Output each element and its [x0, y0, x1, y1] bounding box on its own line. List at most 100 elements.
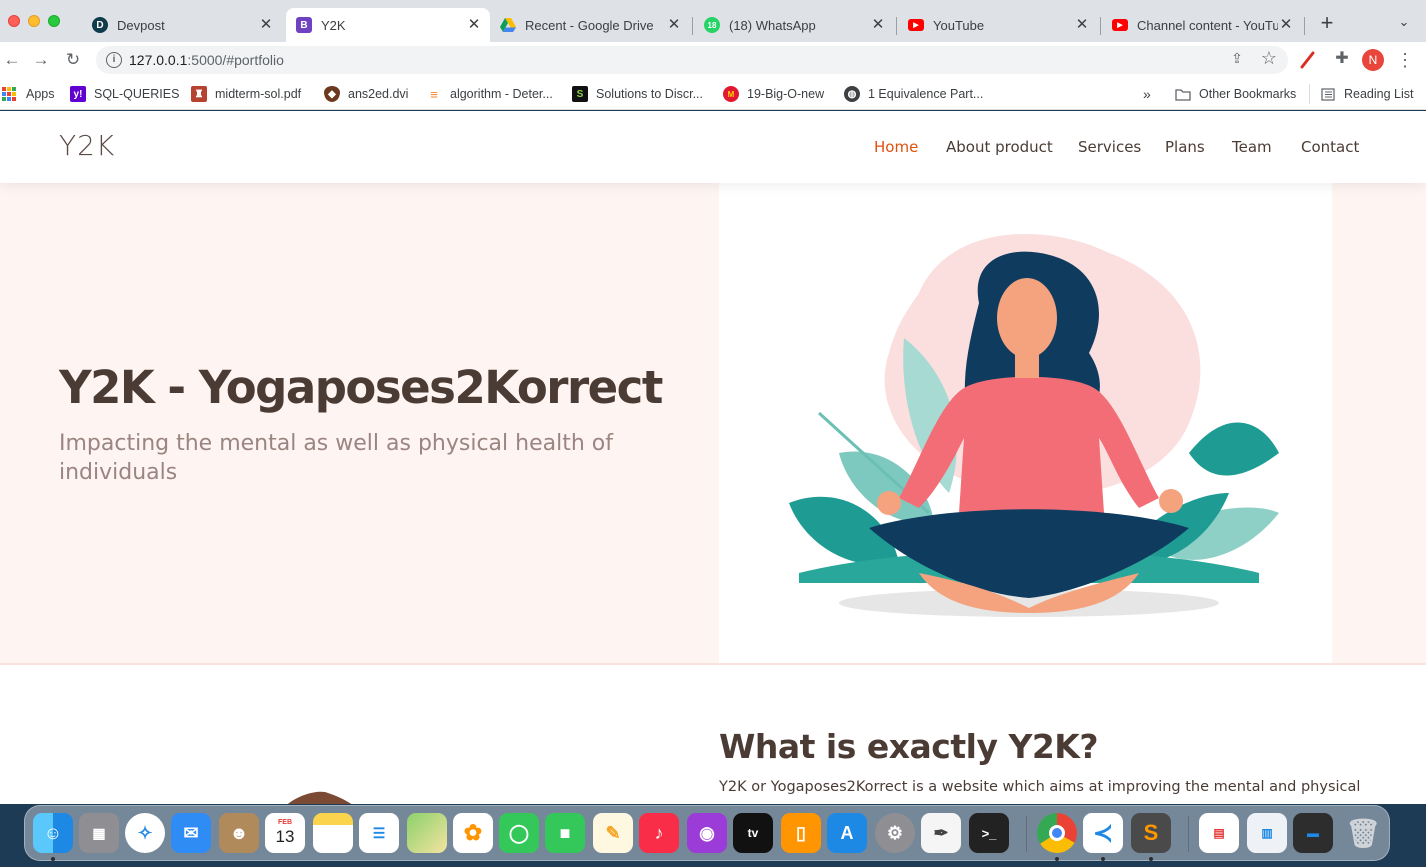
bookmark-apps[interactable]: Apps [2, 84, 55, 104]
music-icon[interactable]: ♪ [639, 813, 679, 853]
slader-icon: S [572, 86, 588, 102]
books-icon[interactable]: ▯ [781, 813, 821, 853]
calendar-day: 13 [275, 827, 295, 846]
freeform-icon[interactable]: ✎ [593, 813, 633, 853]
bootstrap-icon: B [296, 17, 312, 33]
globe-icon: ◍ [844, 86, 860, 102]
screenshot-thumbnail-icon[interactable]: ▥ [1247, 813, 1287, 853]
shield-crest-icon: ◆ [324, 86, 340, 102]
pen-extension-icon[interactable] [1298, 50, 1318, 70]
maps-icon[interactable] [407, 813, 447, 853]
about-title: What is exactly Y2K? [719, 727, 1099, 766]
apple-tv-icon[interactable]: tv [733, 813, 773, 853]
back-arrow-icon[interactable]: ← [0, 48, 24, 72]
nav-team[interactable]: Team [1232, 138, 1272, 156]
dock-divider [1026, 816, 1027, 852]
nav-about-product[interactable]: About product [946, 138, 1053, 156]
tab-google-drive[interactable]: Recent - Google Drive ✕ [490, 8, 690, 42]
extensions-puzzle-icon[interactable]: ✚ [1331, 48, 1353, 70]
preview-document-icon[interactable]: ▤ [1199, 813, 1239, 853]
reload-icon[interactable]: ↻ [61, 48, 85, 72]
podcasts-icon[interactable]: ◉ [687, 813, 727, 853]
reading-list[interactable]: Reading List [1320, 84, 1414, 104]
bookmarks-overflow-chevron[interactable]: » [1143, 84, 1151, 104]
close-icon[interactable]: ✕ [466, 17, 482, 33]
contacts-icon[interactable]: ☻ [219, 813, 259, 853]
nav-services[interactable]: Services [1078, 138, 1141, 156]
tab-search-chevron-icon[interactable]: ⌄ [1394, 14, 1414, 34]
terminal-window-thumbnail-icon[interactable]: ▬ [1293, 813, 1333, 853]
youtube-icon: ▶ [908, 19, 924, 31]
bookmark-ans2ed[interactable]: ◆ ans2ed.dvi [324, 84, 408, 104]
stackoverflow-icon: ≡ [430, 86, 438, 102]
messages-icon[interactable]: ◯ [499, 813, 539, 853]
university-crest-icon: ♜ [191, 86, 207, 102]
safari-icon[interactable]: ✧ [125, 813, 165, 853]
bookmark-solutions[interactable]: S Solutions to Discr... [572, 84, 703, 104]
close-icon[interactable]: ✕ [258, 17, 274, 33]
tab-divider [1100, 17, 1101, 35]
bookmark-label: Apps [26, 87, 55, 101]
new-tab-button[interactable]: + [1316, 12, 1338, 34]
bookmark-big-o[interactable]: M 19-Big-O-new [723, 84, 824, 104]
photos-icon[interactable]: ✿ [453, 813, 493, 853]
devpost-icon: D [92, 17, 108, 33]
tab-title: Recent - Google Drive [525, 17, 654, 33]
site-logo[interactable]: Y2K [59, 129, 115, 162]
close-icon[interactable]: ✕ [1278, 17, 1294, 33]
close-icon[interactable]: ✕ [1074, 17, 1090, 33]
nav-home[interactable]: Home [874, 138, 918, 156]
profile-avatar[interactable]: N [1362, 49, 1384, 71]
browser-toolbar: ← → ↻ i 127.0.0.1:5000/#portfolio ⇪ ☆ ✚ … [0, 42, 1426, 78]
fullscreen-window-button[interactable] [48, 15, 60, 27]
vscode-icon[interactable]: ≺ [1083, 813, 1123, 853]
notes-icon[interactable] [313, 813, 353, 853]
running-indicator [1149, 857, 1153, 861]
site-info-icon[interactable]: i [106, 52, 122, 68]
terminal-icon[interactable]: >_ [969, 813, 1009, 853]
tab-channel-content[interactable]: ▶ Channel content - YouTube ✕ [1102, 8, 1302, 42]
textedit-icon[interactable]: ✒ [921, 813, 961, 853]
other-bookmarks-label: Other Bookmarks [1199, 87, 1297, 101]
finder-icon[interactable]: ☺ [33, 813, 73, 853]
bookmark-sql-queries[interactable]: y! SQL-QUERIES [70, 84, 179, 104]
launchpad-icon[interactable]: ▦ [79, 813, 119, 853]
hero-title: Y2K - Yogaposes2Korrect [59, 361, 663, 414]
tab-title: (18) WhatsApp [729, 17, 816, 33]
bookmark-equivalence[interactable]: ◍ 1 Equivalence Part... [844, 84, 983, 104]
mail-icon[interactable]: ✉ [171, 813, 211, 853]
running-indicator [51, 857, 55, 861]
forward-arrow-icon[interactable]: → [29, 48, 53, 72]
chrome-icon[interactable] [1037, 813, 1077, 853]
google-drive-icon [500, 17, 516, 33]
app-store-icon[interactable]: A [827, 813, 867, 853]
tab-y2k[interactable]: B Y2K ✕ [286, 8, 490, 42]
sublime-text-icon[interactable]: S [1131, 813, 1171, 853]
close-icon[interactable]: ✕ [666, 17, 682, 33]
nav-contact[interactable]: Contact [1301, 138, 1359, 156]
bookmarks-divider [1309, 84, 1310, 104]
calendar-icon[interactable]: FEB 13 [265, 813, 305, 853]
facetime-icon[interactable]: ■ [545, 813, 585, 853]
close-icon[interactable]: ✕ [870, 17, 886, 33]
bookmark-star-icon[interactable]: ☆ [1259, 48, 1279, 68]
close-window-button[interactable] [8, 15, 20, 27]
bookmarks-bar: Apps y! SQL-QUERIES ♜ midterm-sol.pdf ◆ … [0, 78, 1426, 110]
system-preferences-icon[interactable]: ⚙ [875, 813, 915, 853]
chrome-menu-icon[interactable]: ⋮ [1396, 48, 1414, 72]
dock-divider [1188, 816, 1189, 852]
address-bar[interactable]: i 127.0.0.1:5000/#portfolio ⇪ ☆ [96, 46, 1288, 74]
bookmark-algorithm[interactable]: ≡ algorithm - Deter... [426, 84, 553, 104]
tab-whatsapp[interactable]: 18 (18) WhatsApp ✕ [694, 8, 894, 42]
bookmark-midterm-sol[interactable]: ♜ midterm-sol.pdf [191, 84, 301, 104]
calendar-month: FEB [278, 819, 292, 826]
tab-youtube[interactable]: ▶ YouTube ✕ [898, 8, 1098, 42]
minimize-window-button[interactable] [28, 15, 40, 27]
nav-plans[interactable]: Plans [1165, 138, 1205, 156]
other-bookmarks[interactable]: Other Bookmarks [1175, 84, 1296, 104]
url-text[interactable]: 127.0.0.1:5000/#portfolio [129, 52, 284, 68]
reminders-icon[interactable]: ☰ [359, 813, 399, 853]
trash-icon[interactable]: 🗑 [1343, 813, 1383, 853]
tab-devpost[interactable]: D Devpost ✕ [82, 8, 282, 42]
share-icon[interactable]: ⇪ [1227, 50, 1247, 70]
